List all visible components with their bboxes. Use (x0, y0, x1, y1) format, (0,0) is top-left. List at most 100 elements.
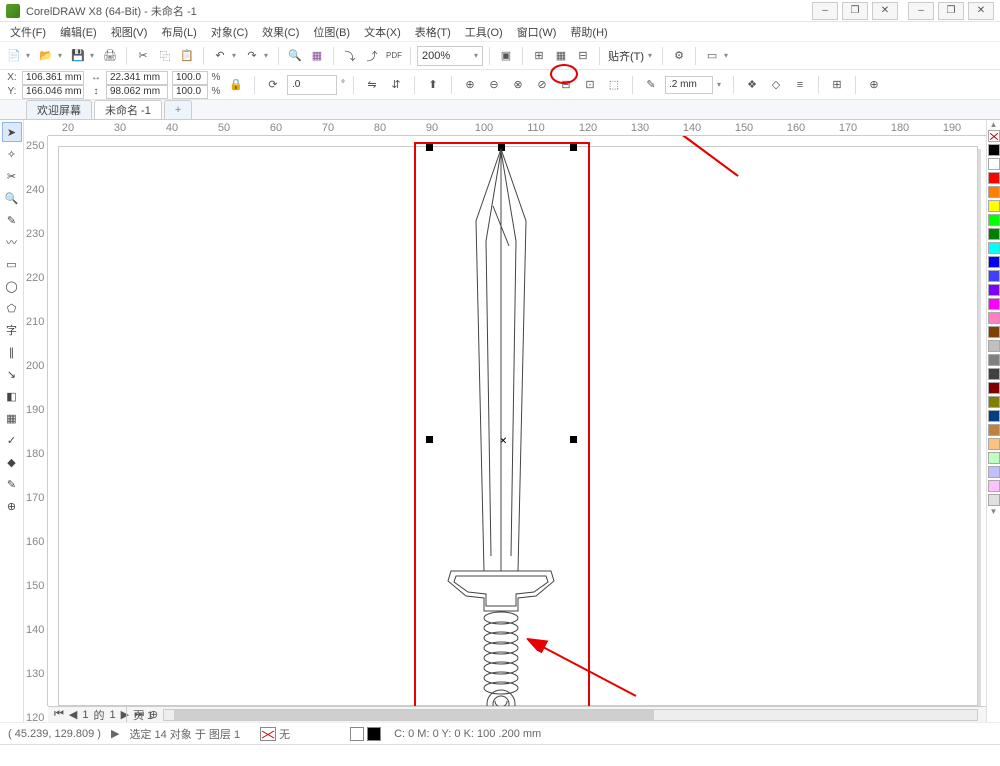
add-button[interactable]: ⊕ (864, 75, 884, 95)
minimize-button[interactable]: – (908, 2, 934, 20)
convert-button[interactable]: ◇ (766, 75, 786, 95)
menu-table[interactable]: 表格(T) (409, 22, 457, 42)
dropshadow-tool[interactable]: ◧ (2, 386, 22, 406)
color-swatch[interactable] (988, 410, 1000, 422)
menu-text[interactable]: 文本(X) (358, 22, 407, 42)
close-button[interactable]: ✕ (968, 2, 994, 20)
crop-tool[interactable]: ✂ (2, 166, 22, 186)
rectangle-tool[interactable]: ▭ (2, 254, 22, 274)
selection-handle[interactable] (570, 436, 577, 443)
rotation-field[interactable]: .0 (287, 75, 337, 95)
palette-scroll-up[interactable]: ▲ (987, 120, 1000, 129)
ruler-horizontal[interactable]: 2030405060708090100110120130140150160170… (48, 120, 988, 136)
color-swatch[interactable] (988, 298, 1000, 310)
menu-object[interactable]: 对象(C) (205, 22, 254, 42)
mirror-v-button[interactable]: ⇵ (386, 75, 406, 95)
polygon-tool[interactable]: ⬠ (2, 298, 22, 318)
menu-help[interactable]: 帮助(H) (564, 22, 613, 42)
search-button[interactable]: 🔍 (285, 46, 305, 66)
quick-custom-button[interactable]: ⊞ (827, 75, 847, 95)
menu-edit[interactable]: 编辑(E) (54, 22, 103, 42)
redo-button[interactable]: ↷ (242, 46, 262, 66)
menu-view[interactable]: 视图(V) (105, 22, 154, 42)
ruler-button[interactable]: ⊞ (529, 46, 549, 66)
order-front-button[interactable]: ⬆ (423, 75, 443, 95)
menu-tools[interactable]: 工具(O) (459, 22, 509, 42)
zoom-tool[interactable]: 🔍 (2, 188, 22, 208)
canvas[interactable]: ✕ (48, 136, 988, 706)
selection-handle[interactable] (570, 144, 577, 151)
color-swatch[interactable] (988, 424, 1000, 436)
grid-button[interactable]: ▦ (551, 46, 571, 66)
tab-add[interactable]: + (164, 100, 192, 119)
doc-close-button[interactable]: ✕ (872, 2, 898, 20)
tab-document[interactable]: 未命名 -1 (94, 100, 162, 119)
color-swatch[interactable] (988, 396, 1000, 408)
boundary-button[interactable]: ⬚ (604, 75, 624, 95)
scale-y-field[interactable]: 100.0 (172, 85, 208, 99)
color-swatch[interactable] (988, 480, 1000, 492)
palette-scroll-down[interactable]: ▼ (987, 507, 1000, 516)
new-doc-button[interactable]: 📄 (4, 46, 24, 66)
color-swatch[interactable] (988, 326, 1000, 338)
align-button[interactable]: ≡ (790, 75, 810, 95)
intersect-button[interactable]: ⊗ (508, 75, 528, 95)
selection-handle[interactable] (426, 144, 433, 151)
color-swatch[interactable] (988, 214, 1000, 226)
print-button[interactable]: 🖨 (100, 46, 120, 66)
color-swatch[interactable] (988, 172, 1000, 184)
freehand-tool[interactable]: ✎ (2, 210, 22, 230)
open-button[interactable]: 📂 (36, 46, 56, 66)
fill-tool[interactable]: ◆ (2, 452, 22, 472)
import-button[interactable]: ⤵ (340, 46, 360, 66)
prev-page-button[interactable]: ◀ (67, 708, 79, 721)
shape-tool[interactable]: ✧ (2, 144, 22, 164)
menu-bitmap[interactable]: 位图(B) (307, 22, 356, 42)
launch-button[interactable]: ▭ (702, 46, 722, 66)
color-swatch[interactable] (988, 144, 1000, 156)
ruler-vertical[interactable]: 2502402302202102001901801701601501401301… (24, 136, 48, 706)
ellipse-tool[interactable]: ◯ (2, 276, 22, 296)
sword-drawing[interactable] (436, 146, 566, 706)
add-tool-button[interactable]: ⊕ (2, 496, 22, 516)
export-button[interactable]: ⤴ (362, 46, 382, 66)
pdf-button[interactable]: PDF (384, 46, 404, 66)
back-minus-front-button[interactable]: ⊡ (580, 75, 600, 95)
color-swatch[interactable] (988, 438, 1000, 450)
outline-tool[interactable]: ✎ (2, 474, 22, 494)
options-button[interactable]: ⚙ (669, 46, 689, 66)
transparency-tool[interactable]: ▦ (2, 408, 22, 428)
menu-window[interactable]: 窗口(W) (511, 22, 563, 42)
color-swatch[interactable] (988, 186, 1000, 198)
menu-effect[interactable]: 效果(C) (256, 22, 305, 42)
simplify-button[interactable]: ⊘ (532, 75, 552, 95)
doc-min-button[interactable]: – (812, 2, 838, 20)
outline-color-icon[interactable] (350, 727, 384, 741)
color-swatch[interactable] (988, 466, 1000, 478)
color-swatch[interactable] (988, 158, 1000, 170)
y-field[interactable]: 166.046 mm (22, 85, 84, 99)
trim-button[interactable]: ⊖ (484, 75, 504, 95)
color-swatch[interactable] (988, 382, 1000, 394)
weld-button[interactable]: ⊕ (460, 75, 480, 95)
width-field[interactable]: 22.341 mm (106, 71, 168, 85)
color-swatch[interactable] (988, 256, 1000, 268)
color-swatch[interactable] (988, 494, 1000, 506)
copy-button[interactable]: ⿻ (155, 46, 175, 66)
horizontal-scrollbar[interactable] (163, 709, 978, 721)
zoom-level[interactable]: 200%▾ (417, 46, 483, 66)
wrap-button[interactable]: ❖ (742, 75, 762, 95)
pick-tool[interactable]: ➤ (2, 122, 22, 142)
scale-x-field[interactable]: 100.0 (172, 71, 208, 85)
artmedia-tool[interactable]: 〰 (2, 232, 22, 252)
menu-file[interactable]: 文件(F) (4, 22, 52, 42)
undo-button[interactable]: ↶ (210, 46, 230, 66)
x-field[interactable]: 106.361 mm (22, 71, 84, 85)
guides-button[interactable]: ⊟ (573, 46, 593, 66)
text-tool[interactable]: 字 (2, 320, 22, 340)
color-swatch[interactable] (988, 200, 1000, 212)
color-swatch[interactable] (988, 228, 1000, 240)
paste-button[interactable]: 📋 (177, 46, 197, 66)
color-swatch[interactable] (988, 242, 1000, 254)
lock-ratio-button[interactable]: 🔒 (226, 75, 246, 95)
